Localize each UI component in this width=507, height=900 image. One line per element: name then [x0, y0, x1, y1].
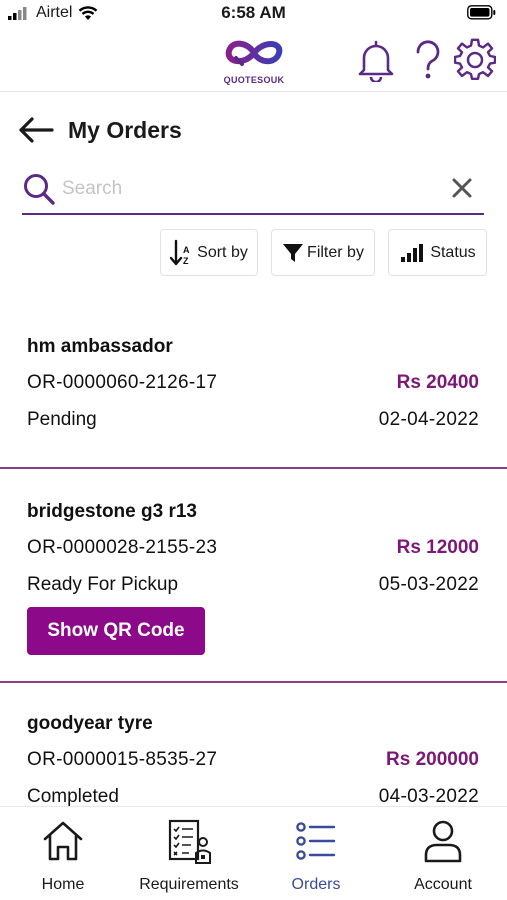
logo-infinity-icon — [225, 40, 283, 66]
order-price: Rs 200000 — [386, 749, 479, 770]
filter-icon — [283, 243, 304, 262]
nav-label-orders: Orders — [291, 876, 341, 893]
order-date: 04-03-2022 — [378, 786, 479, 807]
order-price: Rs 20400 — [396, 372, 479, 393]
order-id: OR-0000060-2126-17 — [27, 372, 218, 393]
order-price: Rs 12000 — [396, 537, 479, 558]
search-input[interactable] — [62, 174, 442, 204]
nav-label-home: Home — [41, 876, 85, 893]
sort-icon: A Z — [170, 239, 190, 266]
order-id: OR-0000015-8535-27 — [27, 749, 218, 770]
status-filter-button[interactable]: Status — [388, 229, 487, 276]
order-id: OR-0000028-2155-23 — [27, 537, 218, 558]
home-icon — [43, 821, 83, 861]
order-date: 02-04-2022 — [378, 409, 479, 430]
order-status: Completed — [27, 786, 119, 807]
battery-icon — [467, 5, 497, 25]
order-name: goodyear tyre — [27, 713, 153, 734]
status-bar: Airtel 6:58 AM — [0, 0, 507, 26]
app-header: QUOTESOUK — [0, 26, 507, 92]
search-bar — [22, 166, 484, 215]
page-title-row: My Orders — [18, 112, 182, 148]
gear-icon[interactable] — [453, 38, 497, 82]
order-status: Ready For Pickup — [27, 574, 179, 595]
order-name: bridgestone g3 r13 — [27, 501, 197, 522]
show-qr-code-button[interactable]: Show QR Code — [27, 607, 205, 655]
bottom-nav: Home Requirements Orders Account — [0, 806, 507, 900]
account-icon — [424, 820, 462, 863]
order-name: hm ambassador — [27, 336, 173, 357]
nav-item-orders[interactable]: Orders — [253, 807, 379, 900]
status-filter-label: Status — [430, 243, 476, 261]
nav-item-account[interactable]: Account — [380, 807, 506, 900]
nav-item-requirements[interactable]: Requirements — [126, 807, 252, 900]
nav-label-requirements: Requirements — [139, 876, 239, 893]
sort-by-button[interactable]: A Z Sort by — [160, 229, 258, 276]
bell-icon[interactable] — [356, 38, 396, 84]
order-divider — [0, 467, 507, 469]
requirements-icon — [168, 819, 211, 864]
nav-item-home[interactable]: Home — [0, 807, 126, 900]
order-status: Pending — [27, 409, 97, 430]
order-divider — [0, 681, 507, 683]
help-icon[interactable] — [408, 38, 448, 82]
order-date: 05-03-2022 — [378, 574, 479, 595]
svg-text:A: A — [183, 245, 190, 255]
back-arrow-icon[interactable] — [18, 116, 54, 144]
orders-icon — [296, 822, 336, 860]
clear-icon[interactable] — [450, 176, 474, 200]
logo-text: QUOTESOUK — [223, 75, 285, 85]
filter-by-button[interactable]: Filter by — [271, 229, 375, 276]
logo[interactable]: QUOTESOUK — [218, 34, 290, 85]
sort-by-label: Sort by — [197, 243, 248, 261]
filter-by-label: Filter by — [307, 243, 364, 261]
page-title: My Orders — [68, 116, 182, 143]
bar-chart-icon — [401, 243, 424, 262]
status-time: 6:58 AM — [221, 3, 286, 22]
nav-label-account: Account — [414, 876, 472, 893]
svg-text:Z: Z — [183, 256, 189, 266]
search-icon — [24, 174, 55, 205]
